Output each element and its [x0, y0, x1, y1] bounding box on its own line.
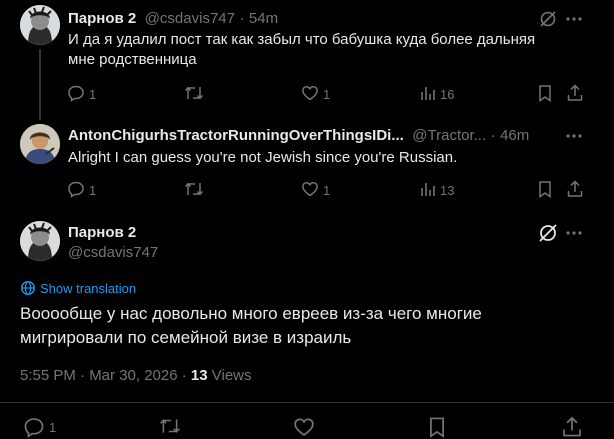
views-label: Views	[207, 367, 252, 384]
heart-icon[interactable]	[301, 84, 319, 102]
show-translation-link[interactable]: Show translation	[20, 280, 136, 296]
tweet-time[interactable]: 46m	[500, 127, 529, 144]
views-icon[interactable]	[419, 84, 437, 102]
like-count: 1	[323, 183, 331, 198]
more-icon[interactable]	[564, 9, 584, 29]
author-name[interactable]: AntonChigurhsTractorRunningOverThingsIDi…	[68, 127, 404, 144]
thread-line	[39, 49, 41, 120]
views-count: 13	[440, 183, 455, 198]
share-icon[interactable]	[566, 180, 584, 198]
reply-count: 1	[89, 87, 97, 102]
avatar[interactable]	[20, 124, 60, 164]
timestamp-text[interactable]: 5:55 PM · Mar 30, 2026 ·	[20, 367, 191, 384]
views-icon[interactable]	[419, 180, 437, 198]
bookmark-icon[interactable]	[537, 84, 553, 102]
divider	[0, 402, 614, 403]
author-handle[interactable]: @csdavis747	[68, 244, 158, 261]
tweet-header: AntonChigurhsTractorRunningOverThingsIDi…	[68, 127, 529, 145]
author-handle[interactable]: @csdavis747	[145, 10, 235, 27]
grok-icon[interactable]	[538, 9, 558, 29]
author-name[interactable]: Парнов 2	[68, 224, 136, 241]
bookmark-icon[interactable]	[537, 180, 553, 198]
views-count: 16	[440, 87, 455, 102]
author-handle[interactable]: @Tractor...	[412, 127, 486, 144]
avatar[interactable]	[20, 5, 60, 45]
reply-icon[interactable]	[67, 84, 85, 102]
heart-icon[interactable]	[293, 416, 315, 438]
separator-dot: ·	[490, 127, 496, 144]
tweet-text: И да я удалил пост так как забыл что баб…	[68, 31, 536, 68]
like-count: 1	[323, 87, 331, 102]
author-name[interactable]: Парнов 2	[68, 10, 136, 27]
heart-icon[interactable]	[301, 180, 319, 198]
reply-icon[interactable]	[23, 416, 45, 438]
reply-count: 1	[49, 420, 57, 435]
separator-dot: ·	[239, 10, 245, 27]
tweet-time[interactable]: 54m	[249, 10, 278, 27]
views-count: 13	[190, 367, 208, 384]
grok-icon[interactable]	[537, 222, 559, 244]
translate-icon	[20, 280, 36, 296]
retweet-icon[interactable]	[159, 416, 181, 436]
reply-count: 1	[89, 183, 97, 198]
main-tweet-text: Вооообще у нас довольно много евреев из-…	[20, 304, 482, 347]
share-icon[interactable]	[561, 416, 583, 438]
tweet-text: Alright I can guess you're not Jewish si…	[68, 149, 458, 166]
more-icon[interactable]	[564, 126, 584, 146]
show-translation-label[interactable]: Show translation	[40, 281, 136, 296]
tweet-timestamp: 5:55 PM · Mar 30, 2026 · 13 Views	[20, 367, 252, 384]
share-icon[interactable]	[566, 84, 584, 102]
more-icon[interactable]	[564, 223, 584, 243]
retweet-icon[interactable]	[184, 180, 204, 198]
reply-icon[interactable]	[67, 180, 85, 198]
avatar[interactable]	[20, 221, 60, 261]
tweet-header: Парнов 2 @csdavis747 · 54m	[68, 10, 278, 28]
bookmark-icon[interactable]	[427, 416, 447, 438]
retweet-icon[interactable]	[184, 84, 204, 102]
